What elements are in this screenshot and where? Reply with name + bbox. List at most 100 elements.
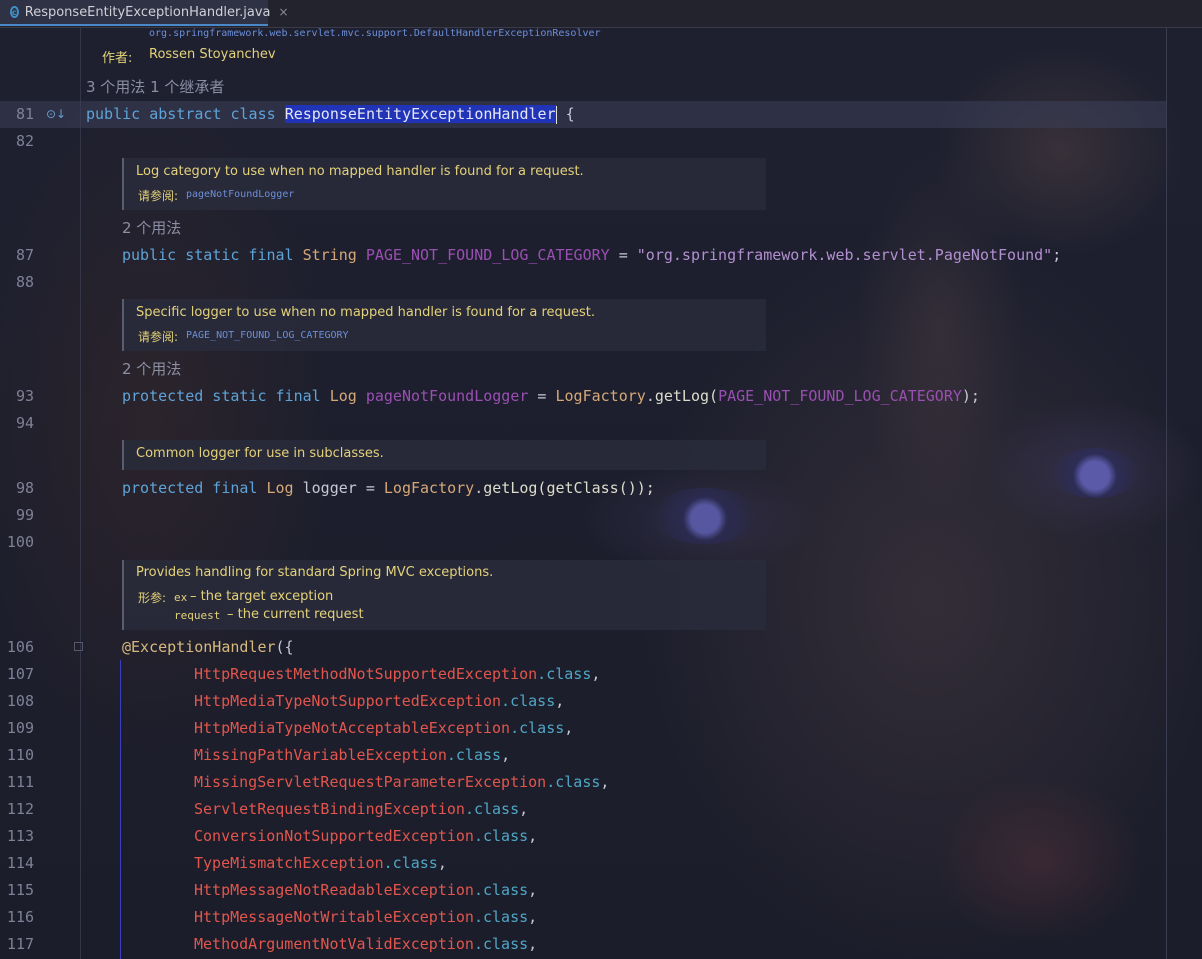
javadoc-block: Provides handling for standard Spring MV… (122, 560, 766, 630)
class-literal: .class (510, 719, 565, 737)
code-punct: . (645, 387, 655, 405)
javadoc-author: Rossen Stoyanchev (149, 47, 276, 62)
code-operator: = (528, 387, 556, 405)
code-method: getLog(getClass()); (483, 479, 655, 497)
code-punct: , (528, 908, 538, 926)
exception-class: MissingPathVariableException (194, 746, 447, 764)
javadoc-text: Common logger for use in subclasses. (136, 446, 384, 461)
code-line-exception[interactable]: HttpMediaTypeNotAcceptableException.clas… (194, 715, 573, 742)
code-line-exception[interactable]: TypeMismatchException.class, (194, 850, 447, 877)
selected-class-name[interactable]: ResponseEntityExceptionHandler (284, 105, 556, 123)
line-number: 110 (6, 746, 34, 764)
code-punct: . (474, 479, 484, 497)
code-keyword: public abstract class (86, 105, 285, 123)
code-line-exception[interactable]: HttpMessageNotWritableException.class, (194, 904, 537, 931)
code-line-exception[interactable]: HttpMessageNotReadableException.class, (194, 877, 537, 904)
line-number: 109 (6, 719, 34, 737)
background-detail (650, 488, 760, 544)
class-literal: .class (546, 773, 601, 791)
code-class-ref: LogFactory (383, 479, 475, 497)
exception-class: ServletRequestBindingException (194, 800, 465, 818)
javadoc-author-label: 作者: (102, 51, 133, 66)
code-operator: = (609, 246, 637, 264)
indent-guide (120, 660, 121, 959)
code-class-ref: LogFactory (555, 387, 646, 405)
code-line-exception[interactable]: ServletRequestBindingException.class, (194, 796, 528, 823)
javadoc-see-reference[interactable]: pageNotFoundLogger (186, 189, 294, 200)
line-number: 94 (15, 414, 34, 432)
exception-class: HttpMediaTypeNotSupportedException (194, 692, 502, 710)
class-literal: .class (446, 746, 502, 764)
exception-class: MissingServletRequestParameterException (194, 773, 547, 791)
code-type: String (302, 246, 366, 264)
java-class-icon: c (10, 6, 19, 18)
code-field: PAGE_NOT_FOUND_LOG_CATEGORY (365, 246, 610, 264)
javadoc-see-label: 请参阅: (138, 189, 179, 203)
code-line-93[interactable]: protected static final Log pageNotFoundL… (122, 383, 980, 410)
exception-class: HttpMessageNotWritableException (194, 908, 474, 926)
line-number: 111 (6, 773, 34, 791)
line-number: 100 (6, 533, 34, 551)
code-field: logger (302, 479, 357, 497)
code-line-98[interactable]: protected final Log logger = LogFactory.… (122, 475, 655, 502)
code-punct: , (437, 854, 447, 872)
line-number: 115 (6, 881, 34, 899)
code-line-81[interactable]: public abstract class ResponseEntityExce… (86, 101, 575, 128)
code-line-exception[interactable]: MissingServletRequestParameterException.… (194, 769, 609, 796)
code-punct: , (519, 800, 529, 818)
implemented-arrow-icon[interactable]: ⊙↓ (46, 107, 66, 121)
class-usage-hint[interactable]: 3 个用法 1 个继承者 (86, 74, 224, 101)
code-keyword: protected final (122, 479, 267, 497)
line-number: 88 (15, 273, 34, 291)
javadoc-see-reference[interactable]: org.springframework.web.servlet.mvc.supp… (149, 28, 601, 39)
tab-response-entity-exception-handler[interactable]: c ResponseEntityExceptionHandler.java × (0, 0, 289, 26)
line-number: 113 (6, 827, 34, 845)
javadoc-block: Log category to use when no mapped handl… (122, 158, 766, 210)
code-operator: = (356, 479, 384, 497)
code-keyword: public static final (122, 246, 303, 264)
code-annotation: @ExceptionHandler (122, 638, 276, 656)
code-line-exception[interactable]: ConversionNotSupportedException.class, (194, 823, 537, 850)
background-detail (1050, 448, 1140, 498)
code-punct: ({ (275, 638, 294, 656)
code-line-106[interactable]: @ExceptionHandler({ (122, 634, 294, 661)
javadoc-text: Log category to use when no mapped handl… (136, 164, 584, 179)
usage-hint[interactable]: 2 个用法 (122, 356, 181, 383)
code-line-exception[interactable]: MissingPathVariableException.class, (194, 742, 510, 769)
line-number: 106 (6, 638, 34, 656)
code-string: "org.springframework.web.servlet.PageNot… (636, 246, 1053, 264)
exception-class: HttpMessageNotReadableException (194, 881, 474, 899)
line-number: 81 (15, 105, 34, 123)
fold-toggle-icon[interactable] (74, 642, 83, 651)
javadoc-param-name: ex (174, 591, 188, 604)
line-number: 87 (15, 246, 34, 264)
line-number: 114 (6, 854, 34, 872)
javadoc-params-label: 形参: (138, 591, 167, 605)
class-literal: .class (473, 908, 529, 926)
line-number: 116 (6, 908, 34, 926)
code-punct: , (564, 719, 574, 737)
code-line-87[interactable]: public static final String PAGE_NOT_FOUN… (122, 242, 1061, 269)
exception-class: TypeMismatchException (194, 854, 384, 872)
class-literal: .class (464, 800, 520, 818)
usage-hint[interactable]: 2 个用法 (122, 215, 181, 242)
javadoc-see-reference[interactable]: PAGE_NOT_FOUND_LOG_CATEGORY (186, 330, 349, 341)
line-number: 82 (15, 132, 34, 150)
code-line-exception[interactable]: HttpRequestMethodNotSupportedException.c… (194, 661, 600, 688)
javadoc-param-desc: – the target exception (190, 589, 334, 604)
code-keyword: protected static final (122, 387, 330, 405)
line-number: 117 (6, 935, 34, 953)
editor-tab-bar: c ResponseEntityExceptionHandler.java × (0, 0, 1202, 28)
code-punct: , (555, 692, 565, 710)
code-line-exception[interactable]: MethodArgumentNotValidException.class, (194, 931, 537, 958)
close-icon[interactable]: × (278, 5, 288, 19)
javadoc-see-label: 请参阅: (138, 330, 179, 344)
code-method: getLog( (654, 387, 719, 405)
line-number: 99 (15, 506, 34, 524)
code-line-exception[interactable]: HttpMediaTypeNotSupportedException.class… (194, 688, 564, 715)
right-margin-guide (1166, 27, 1167, 959)
code-field: PAGE_NOT_FOUND_LOG_CATEGORY (718, 387, 962, 405)
code-type: Log (329, 387, 366, 405)
javadoc-param-name: request (174, 609, 221, 622)
exception-class: ConversionNotSupportedException (194, 827, 474, 845)
